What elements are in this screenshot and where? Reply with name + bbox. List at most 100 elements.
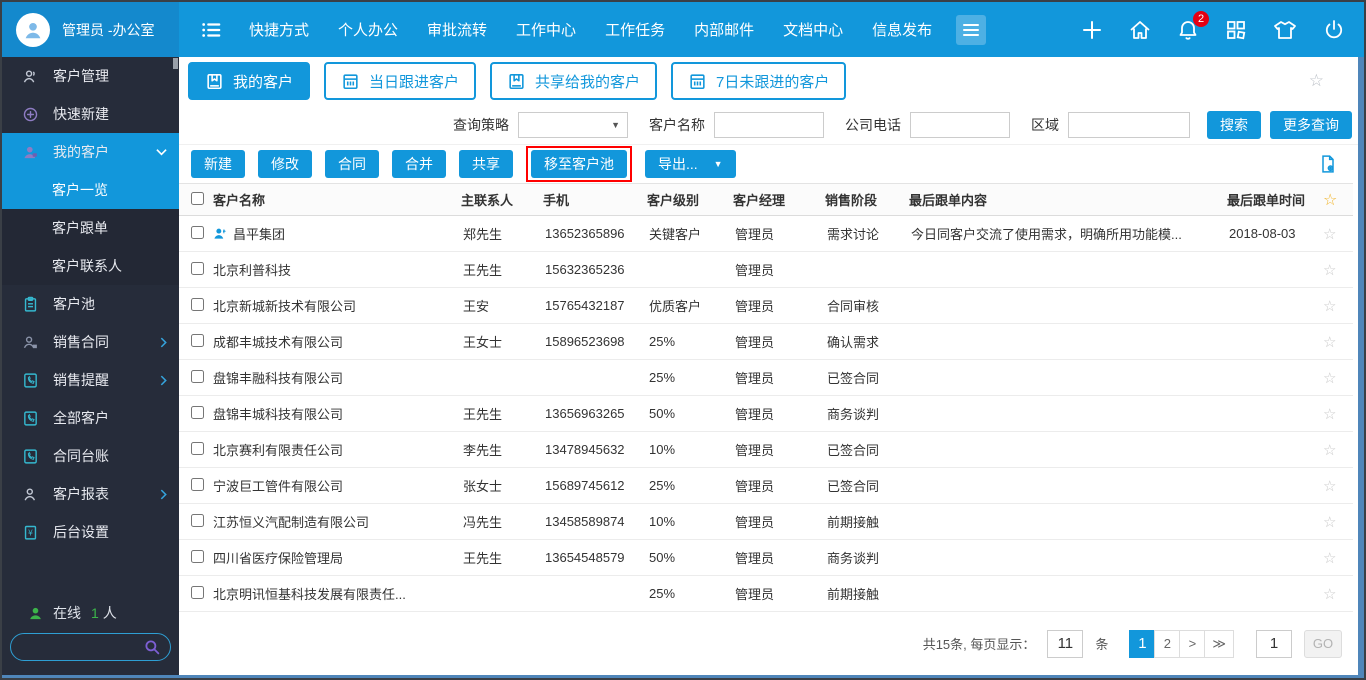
home-button[interactable]	[1128, 18, 1152, 42]
more-query-button[interactable]: 更多查询	[1270, 111, 1352, 139]
select-all-checkbox[interactable]	[191, 192, 204, 205]
row-checkbox[interactable]	[191, 406, 204, 419]
row-star-icon[interactable]: ☆	[1323, 262, 1336, 279]
notifications-button[interactable]: 2	[1176, 18, 1200, 42]
nav-item-work-center[interactable]: 工作中心	[516, 19, 576, 40]
row-star-icon[interactable]: ☆	[1323, 334, 1336, 351]
table-row[interactable]: 宁波巨工管件有限公司 张女士 15689745612 25% 管理员 已签合同 …	[179, 468, 1353, 504]
row-star-icon[interactable]: ☆	[1323, 406, 1336, 423]
row-star-icon[interactable]: ☆	[1323, 478, 1336, 495]
row-star-icon[interactable]: ☆	[1323, 226, 1336, 243]
sidebar-item-customer-management[interactable]: 客户管理	[2, 57, 179, 95]
contract-button[interactable]: 合同	[325, 150, 379, 178]
export-settings-icon[interactable]	[1318, 154, 1338, 174]
move-to-pool-button[interactable]: 移至客户池	[531, 150, 627, 178]
tab-my-customers[interactable]: 我的客户	[188, 62, 310, 100]
row-checkbox[interactable]	[191, 550, 204, 563]
col-last-followup-content[interactable]: 最后跟单内容	[909, 184, 1227, 216]
sidebar-item-contract-ledger[interactable]: 合同台账	[2, 437, 179, 475]
edit-button[interactable]: 修改	[258, 150, 312, 178]
add-button[interactable]	[1080, 18, 1104, 42]
row-star-icon[interactable]: ☆	[1323, 586, 1336, 603]
tab-today-followup[interactable]: 当日跟进客户	[324, 62, 476, 100]
hamburger-menu-button[interactable]	[956, 15, 986, 45]
sidebar-subitem-customer-contacts[interactable]: 客户联系人	[2, 247, 179, 285]
sidebar-subitem-customer-followup[interactable]: 客户跟单	[2, 209, 179, 247]
row-checkbox[interactable]	[191, 298, 204, 311]
table-row[interactable]: 北京新城新技术有限公司 王安 15765432187 优质客户 管理员 合同审核…	[179, 288, 1353, 324]
row-checkbox[interactable]	[191, 226, 204, 239]
search-icon[interactable]	[143, 638, 161, 656]
col-customer-level[interactable]: 客户级别	[647, 184, 733, 216]
tab-7day-no-followup[interactable]: 7日未跟进的客户	[671, 62, 846, 100]
share-button[interactable]: 共享	[459, 150, 513, 178]
list-menu-icon[interactable]	[199, 19, 223, 41]
company-phone-input[interactable]	[910, 112, 1010, 138]
nav-item-approval-flow[interactable]: 审批流转	[427, 19, 487, 40]
table-row[interactable]: 北京赛利有限责任公司 李先生 13478945632 10% 管理员 已签合同 …	[179, 432, 1353, 468]
go-button[interactable]: GO	[1304, 630, 1342, 658]
sidebar-item-my-customers[interactable]: 我的客户	[2, 133, 179, 171]
col-main-contact[interactable]: 主联系人	[461, 184, 543, 216]
header-star-icon[interactable]: ☆	[1323, 192, 1337, 209]
row-checkbox[interactable]	[191, 586, 204, 599]
col-last-followup-time[interactable]: 最后跟单时间	[1227, 184, 1323, 216]
page-size-input[interactable]	[1047, 630, 1083, 658]
table-row[interactable]: 北京利普科技 王先生 15632365236 管理员 ☆	[179, 252, 1353, 288]
tab-shared-with-me[interactable]: 共享给我的客户	[490, 62, 657, 100]
col-customer-name[interactable]: 客户名称	[213, 184, 461, 216]
nav-item-internal-mail[interactable]: 内部邮件	[694, 19, 754, 40]
new-button[interactable]: 新建	[191, 150, 245, 178]
table-row[interactable]: 江苏恒义汽配制造有限公司 冯先生 13458589874 10% 管理员 前期接…	[179, 504, 1353, 540]
user-menu[interactable]: 管理员 -办公室	[2, 2, 179, 57]
customer-name-input[interactable]	[714, 112, 824, 138]
region-input[interactable]	[1068, 112, 1190, 138]
row-star-icon[interactable]: ☆	[1323, 514, 1336, 531]
logout-button[interactable]	[1322, 18, 1346, 42]
col-mobile[interactable]: 手机	[543, 184, 647, 216]
theme-button[interactable]	[1272, 18, 1298, 42]
table-row[interactable]: 北京明讯恒基科技发展有限责任... 25% 管理员 前期接触 ☆	[179, 576, 1353, 612]
strategy-select[interactable]: ▼	[518, 112, 628, 138]
table-row[interactable]: 昌平集团 郑先生 13652365896 关键客户 管理员 需求讨论 今日同客户…	[179, 216, 1353, 252]
search-button[interactable]: 搜索	[1207, 111, 1261, 139]
vertical-scrollbar[interactable]	[1358, 57, 1364, 675]
nav-item-document-center[interactable]: 文档中心	[783, 19, 843, 40]
export-button[interactable]: 导出... ▼	[645, 150, 736, 178]
table-row[interactable]: 四川省医疗保险管理局 王先生 13654548579 50% 管理员 商务谈判 …	[179, 540, 1353, 576]
nav-item-info-publish[interactable]: 信息发布	[872, 19, 932, 40]
sidebar-subitem-customer-list[interactable]: 客户一览	[2, 171, 179, 209]
table-row[interactable]: 盘锦丰城科技有限公司 王先生 13656963265 50% 管理员 商务谈判 …	[179, 396, 1353, 432]
table-row[interactable]: 盘锦丰融科技有限公司 25% 管理员 已签合同 ☆	[179, 360, 1353, 396]
row-checkbox[interactable]	[191, 370, 204, 383]
next-page-button[interactable]: >	[1179, 630, 1205, 658]
apps-button[interactable]	[1224, 18, 1248, 42]
row-star-icon[interactable]: ☆	[1323, 550, 1336, 567]
row-checkbox[interactable]	[191, 478, 204, 491]
sidebar-item-all-customers[interactable]: 全部客户	[2, 399, 179, 437]
nav-item-shortcuts[interactable]: 快捷方式	[249, 19, 309, 40]
row-star-icon[interactable]: ☆	[1323, 370, 1336, 387]
col-customer-manager[interactable]: 客户经理	[733, 184, 825, 216]
sidebar-scrollbar[interactable]	[173, 58, 178, 69]
merge-button[interactable]: 合并	[392, 150, 446, 178]
page-1-button[interactable]: 1	[1129, 630, 1155, 658]
nav-item-personal-office[interactable]: 个人办公	[338, 19, 398, 40]
nav-item-work-tasks[interactable]: 工作任务	[605, 19, 665, 40]
row-star-icon[interactable]: ☆	[1323, 442, 1336, 459]
row-checkbox[interactable]	[191, 442, 204, 455]
row-checkbox[interactable]	[191, 262, 204, 275]
sidebar-item-sales-contracts[interactable]: 销售合同	[2, 323, 179, 361]
sidebar-item-quick-create[interactable]: 快速新建	[2, 95, 179, 133]
row-star-icon[interactable]: ☆	[1323, 298, 1336, 315]
sidebar-item-backend-settings[interactable]: ¥ 后台设置	[2, 513, 179, 551]
page-2-button[interactable]: 2	[1154, 630, 1180, 658]
col-sales-stage[interactable]: 销售阶段	[825, 184, 909, 216]
row-checkbox[interactable]	[191, 334, 204, 347]
last-page-button[interactable]: ≫	[1204, 630, 1234, 658]
table-row[interactable]: 成都丰城技术有限公司 王女士 15896523698 25% 管理员 确认需求 …	[179, 324, 1353, 360]
sidebar-item-customer-reports[interactable]: 客户报表	[2, 475, 179, 513]
favorite-star-icon[interactable]: ☆	[1309, 71, 1324, 91]
goto-page-input[interactable]	[1256, 630, 1292, 658]
row-checkbox[interactable]	[191, 514, 204, 527]
